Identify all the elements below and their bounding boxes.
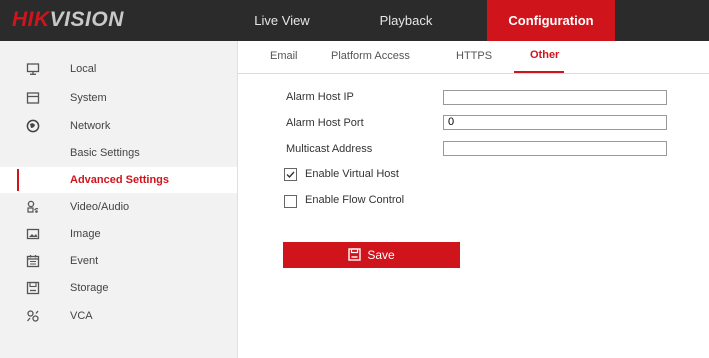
tab-platform-access[interactable]: Platform Access (331, 50, 410, 62)
checkmark-icon (286, 171, 295, 179)
hikvision-logo: HIKVISION (12, 8, 124, 31)
monitor-icon (26, 63, 40, 75)
nav-configuration[interactable]: Configuration (487, 0, 615, 41)
enable-flow-control-checkbox[interactable] (284, 195, 297, 208)
enable-flow-control-label: Enable Flow Control (305, 194, 405, 206)
multicast-address-label: Multicast Address (286, 143, 373, 155)
globe-icon (26, 119, 40, 133)
nav-playback[interactable]: Playback (358, 0, 454, 41)
sidebar: Local System Network Basic Settings Adva… (0, 41, 238, 358)
storage-icon (26, 281, 40, 295)
system-icon (26, 92, 40, 104)
sidebar-item-video-audio[interactable]: Video/Audio (0, 194, 237, 220)
enable-virtual-host-label: Enable Virtual Host (305, 168, 399, 180)
tab-bar: Email Platform Access HTTPS Other (238, 41, 709, 74)
calendar-icon (26, 255, 40, 268)
image-icon (26, 228, 40, 240)
alarm-host-port-input[interactable] (443, 115, 667, 130)
sidebar-item-event[interactable]: Event (0, 248, 237, 274)
tab-https[interactable]: HTTPS (456, 50, 492, 62)
vca-icon (27, 310, 39, 322)
save-button-label: Save (367, 248, 395, 262)
sidebar-item-advanced-settings[interactable]: Advanced Settings (0, 167, 237, 193)
enable-virtual-host-checkbox[interactable] (284, 168, 297, 181)
alarm-host-ip-label: Alarm Host IP (286, 91, 354, 103)
sidebar-item-storage[interactable]: Storage (0, 275, 237, 301)
sidebar-item-label: Basic Settings (70, 147, 140, 159)
sidebar-item-label: Local (70, 63, 97, 75)
video-audio-icon (27, 200, 39, 213)
sidebar-item-image[interactable]: Image (0, 221, 237, 247)
sidebar-item-label: Advanced Settings (70, 174, 170, 186)
sidebar-item-label: System (70, 92, 107, 104)
sidebar-item-basic-settings[interactable]: Basic Settings (0, 140, 237, 166)
sidebar-item-label: VCA (70, 310, 93, 322)
tab-other[interactable]: Other (530, 49, 559, 61)
tab-email[interactable]: Email (270, 50, 298, 62)
alarm-host-port-label: Alarm Host Port (286, 117, 364, 129)
save-icon (348, 248, 362, 262)
multicast-address-input[interactable] (443, 141, 667, 156)
sidebar-item-local[interactable]: Local (0, 56, 237, 82)
sidebar-item-label: Network (70, 120, 111, 132)
sidebar-item-label: Video/Audio (70, 201, 130, 213)
sidebar-item-label: Event (70, 255, 99, 267)
sidebar-item-label: Image (70, 228, 101, 240)
alarm-host-ip-input[interactable] (443, 90, 667, 105)
top-bar: HIKVISION Live View Playback Configurati… (0, 0, 709, 41)
nav-live-view[interactable]: Live View (238, 0, 326, 41)
sidebar-item-vca[interactable]: VCA (0, 303, 237, 329)
sidebar-item-network[interactable]: Network (0, 113, 237, 139)
sidebar-item-label: Storage (70, 282, 109, 294)
save-button[interactable]: Save (283, 242, 460, 268)
sidebar-item-system[interactable]: System (0, 85, 237, 111)
active-tab-indicator (514, 71, 564, 73)
